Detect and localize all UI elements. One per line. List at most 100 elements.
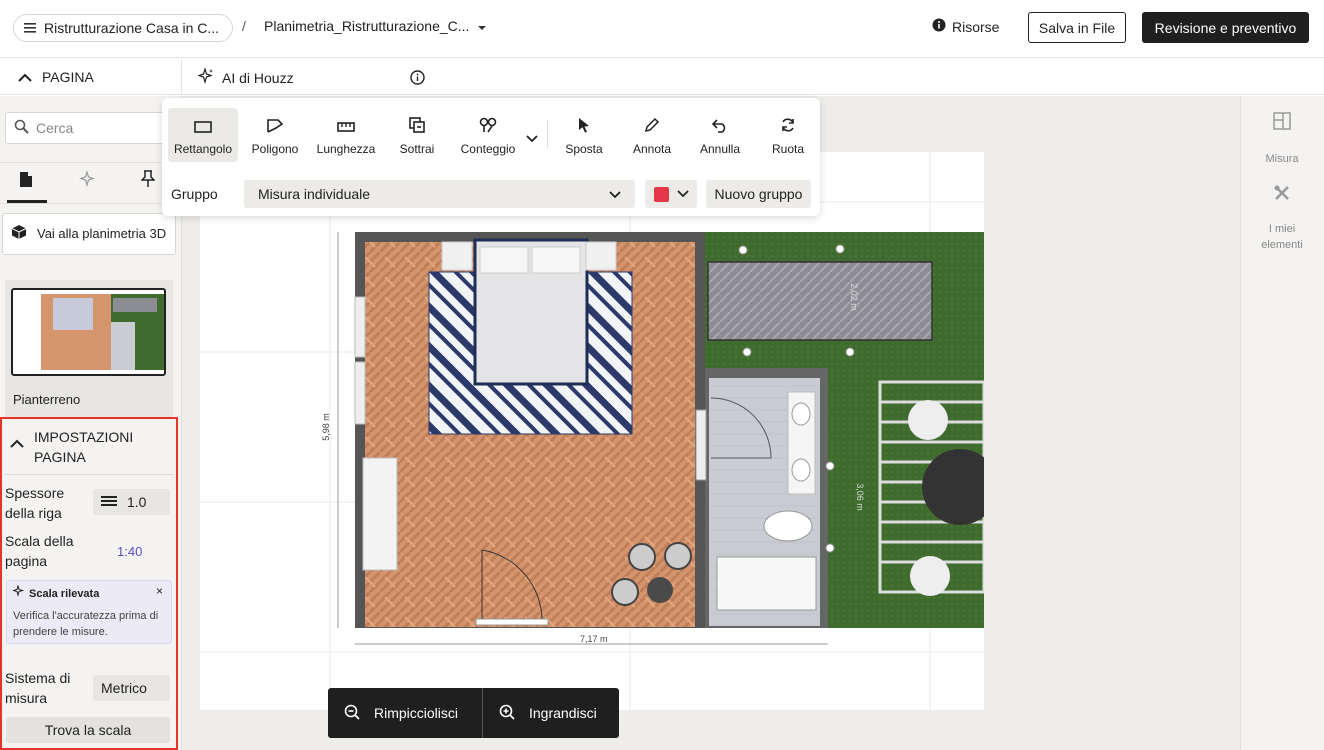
zoom-in-label: Ingrandisci (529, 705, 597, 721)
dimension-pergola: 3,06 m (854, 483, 865, 511)
sparkle-icon (79, 169, 97, 192)
line-thickness-value: 1.0 (127, 494, 147, 510)
divider (547, 120, 548, 148)
zoom-controls: Rimpicciolisci Ingrandisci (328, 688, 619, 738)
search-field[interactable]: Cerca (5, 112, 165, 144)
scale-detected-text: Verifica l'accuratezza prima di prendere… (13, 610, 159, 638)
tool-annotate[interactable]: Annota (622, 108, 682, 162)
rotate-button[interactable]: Ruota (758, 108, 818, 162)
group-select[interactable]: Misura individuale (244, 180, 635, 208)
undo-label: Annulla (699, 142, 741, 156)
my-items-label: I miei elementi (1261, 223, 1303, 251)
dimension-patio: 2,02 m (848, 283, 859, 311)
subtract-icon (409, 117, 425, 136)
rectangle-icon (194, 121, 212, 136)
breadcrumb-separator: / (242, 18, 246, 34)
tool-polygon[interactable]: Poligono (242, 108, 308, 162)
measure-system-label: Sistema di misura (5, 670, 71, 706)
floor-plan-page[interactable]: 5,98 m 7,17 m 2,02 m 3,06 m (200, 152, 998, 710)
line-thickness-label: Spessore della riga (5, 485, 65, 521)
ruler-icon (337, 121, 355, 136)
measure-panel-button[interactable]: Misura (1240, 112, 1324, 167)
polygon-icon (266, 119, 284, 136)
close-note-icon[interactable]: × (156, 584, 163, 598)
tab-ai[interactable] (79, 169, 97, 193)
group-value: Misura individuale (258, 186, 371, 202)
page-settings-toggle[interactable]: IMPOSTAZIONI PAGINA (10, 427, 154, 467)
more-tools-chevron-icon[interactable] (526, 130, 538, 148)
floor-plan-drawing (200, 152, 998, 710)
tool-count[interactable]: Conteggio (454, 108, 522, 162)
tool-annotate-label: Annota (632, 142, 672, 156)
tools-icon (1273, 184, 1291, 207)
measure-label: Misura (1265, 153, 1299, 165)
ai-houzz-button[interactable]: AI di Houzz (197, 66, 294, 87)
measure-system-select[interactable]: Metrico (93, 675, 170, 701)
tab-pinned[interactable] (140, 170, 156, 193)
dimension-height: 5,98 m (320, 413, 331, 441)
divider (4, 474, 174, 475)
active-tab-indicator (7, 200, 47, 203)
review-quote-button[interactable]: Revisione e preventivo (1142, 12, 1309, 43)
new-group-button[interactable]: Nuovo gruppo (706, 180, 811, 208)
tool-move-label: Sposta (565, 142, 603, 156)
tool-rectangle[interactable]: Rettangolo (168, 108, 238, 162)
goto-3d-button[interactable]: Vai alla planimetria 3D (2, 213, 176, 255)
find-scale-button[interactable]: Trova la scala (6, 717, 170, 743)
zoom-out-label: Rimpicciolisci (374, 705, 459, 721)
zoom-in-icon (499, 704, 515, 723)
group-label: Gruppo (171, 186, 218, 202)
info-circle-icon[interactable] (410, 70, 425, 90)
my-items-button[interactable]: I miei elementi (1240, 184, 1324, 253)
document-icon (19, 172, 33, 192)
rotate-label: Ruota (771, 142, 805, 156)
scale-detected-title: Scala rilevata (29, 587, 100, 600)
tool-move[interactable]: Sposta (554, 108, 614, 162)
page-thumbnail[interactable] (11, 288, 166, 376)
sparkle-icon (11, 584, 25, 602)
line-thickness-select[interactable]: 1.0 (93, 489, 170, 515)
cube-icon (11, 224, 27, 245)
caret-down-icon (477, 18, 487, 34)
page-scale-label: Scala della pagina (5, 533, 74, 569)
group-color-select[interactable] (645, 180, 697, 208)
chevron-down-icon (676, 185, 689, 203)
color-swatch (653, 186, 669, 202)
measure-layout-icon (1273, 112, 1291, 135)
page-settings-title: IMPOSTAZIONI PAGINA (34, 429, 134, 465)
page-section-label: PAGINA (42, 69, 94, 85)
search-icon (14, 119, 30, 138)
page-section-toggle[interactable]: PAGINA (0, 59, 182, 95)
file-name-dropdown[interactable]: Planimetria_Ristrutturazione_C... (264, 18, 487, 34)
save-file-button[interactable]: Salva in File (1028, 12, 1126, 43)
project-title-button[interactable]: Ristrutturazione Casa in C... (13, 14, 233, 42)
page-scale-value[interactable]: 1:40 (117, 544, 142, 559)
page-name: Pianterreno (13, 392, 81, 407)
tool-count-label: Conteggio (460, 142, 516, 156)
sparkle-icon (197, 66, 214, 87)
scale-detected-note: Scala rilevata Verifica l'accuratezza pr… (6, 580, 172, 644)
undo-button[interactable]: Annulla (690, 108, 750, 162)
count-icon (479, 117, 497, 136)
resources-label: Risorse (952, 18, 1000, 35)
chevron-up-icon (10, 433, 24, 467)
pointer-icon (577, 117, 591, 136)
tab-pages[interactable] (19, 171, 33, 193)
pen-icon (644, 117, 660, 136)
tool-length[interactable]: Lunghezza (312, 108, 380, 162)
goto-3d-label: Vai alla planimetria 3D (37, 226, 167, 241)
ai-houzz-label: AI di Houzz (222, 69, 294, 86)
zoom-in-button[interactable]: Ingrandisci (483, 688, 613, 738)
undo-icon (711, 119, 728, 136)
chevron-up-icon (18, 69, 32, 85)
tool-length-label: Lunghezza (316, 142, 376, 156)
info-icon (932, 18, 946, 35)
tool-subtract-label: Sottrai (399, 142, 435, 156)
hamburger-icon (24, 20, 36, 36)
zoom-out-button[interactable]: Rimpicciolisci (328, 688, 483, 738)
tool-subtract[interactable]: Sottrai (384, 108, 450, 162)
project-title: Ristrutturazione Casa in C... (44, 20, 220, 36)
search-placeholder: Cerca (36, 120, 74, 136)
resources-button[interactable]: Risorse (932, 18, 999, 35)
tool-polygon-label: Poligono (251, 142, 299, 156)
